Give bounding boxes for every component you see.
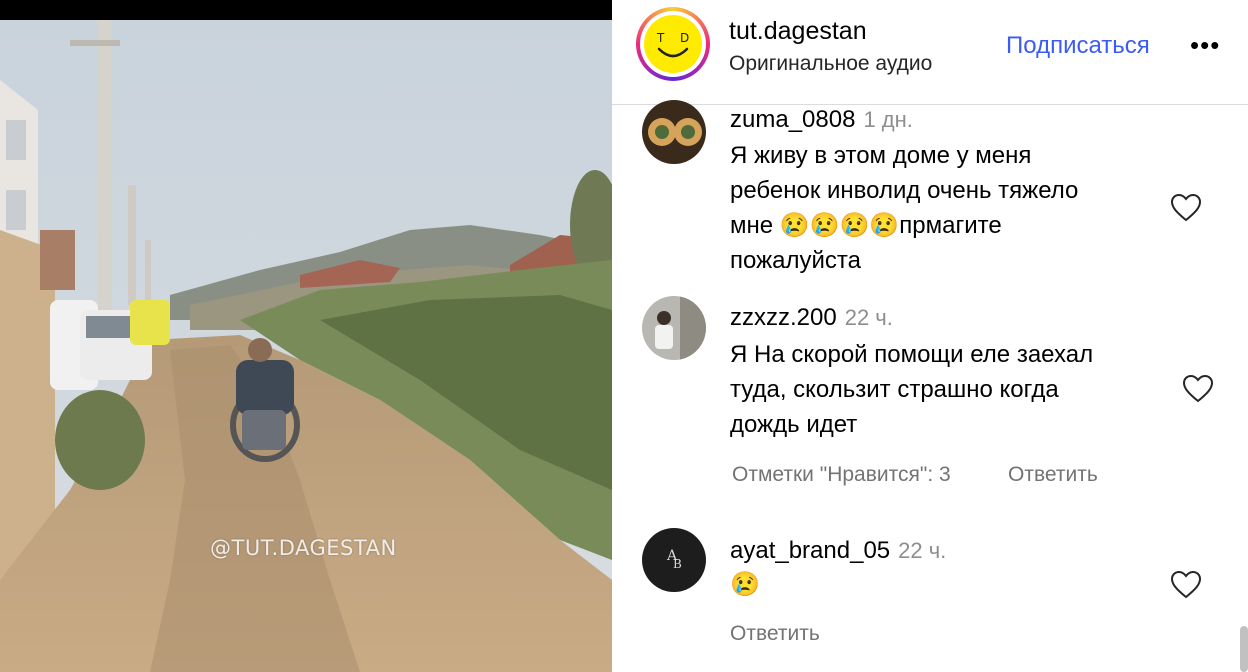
comment-username[interactable]: ayat_brand_05 22 ч.: [730, 537, 946, 565]
like-heart-icon[interactable]: [1170, 570, 1202, 600]
comment-text: Я живу в этом доме у меня ребенок инволи…: [730, 142, 1079, 274]
svg-text:B: B: [673, 557, 682, 571]
comment-avatar-zuma[interactable]: [642, 100, 706, 164]
comment-text: Я На скорой помощи еле заехал туда, скол…: [730, 341, 1094, 438]
svg-text:D: D: [680, 31, 689, 45]
smiley-face-icon: T D: [644, 15, 702, 73]
comments-panel: T D tut.dagestan Оригинальное аудио Подп…: [612, 0, 1248, 672]
like-heart-icon[interactable]: [1170, 193, 1202, 223]
profile-avatar[interactable]: T D: [636, 7, 710, 81]
likes-count-link[interactable]: Отметки "Нравится": 3: [732, 463, 951, 487]
post-owner-username[interactable]: tut.dagestan: [729, 17, 867, 46]
more-options-icon[interactable]: •••: [1190, 30, 1220, 61]
comment-time: 22 ч.: [898, 538, 947, 563]
comment-username[interactable]: zzxzz.200 22 ч.: [730, 304, 893, 332]
header-divider: [612, 104, 1248, 105]
comment-time: 1 дн.: [863, 107, 913, 132]
svg-text:T: T: [656, 31, 665, 45]
video-watermark: @TUT.DAGESTAN: [210, 536, 397, 560]
video-top-bar: [0, 0, 612, 20]
comment-text: 😢: [730, 571, 760, 598]
video-frame: [0, 20, 612, 672]
reply-button[interactable]: Ответить: [1008, 463, 1098, 487]
comment-username[interactable]: zuma_0808 1 дн.: [730, 106, 913, 134]
comment-avatar-zzxzz[interactable]: [642, 296, 706, 360]
original-audio-link[interactable]: Оригинальное аудио: [729, 52, 932, 76]
comment-time: 22 ч.: [844, 305, 893, 330]
follow-button[interactable]: Подписаться: [1006, 32, 1150, 60]
comment-avatar-ayat[interactable]: A B: [642, 528, 706, 592]
reply-button[interactable]: Ответить: [730, 622, 820, 646]
like-heart-icon[interactable]: [1182, 374, 1214, 404]
comments-scrollbar[interactable]: [1240, 626, 1248, 672]
video-player[interactable]: @TUT.DAGESTAN: [0, 0, 612, 672]
